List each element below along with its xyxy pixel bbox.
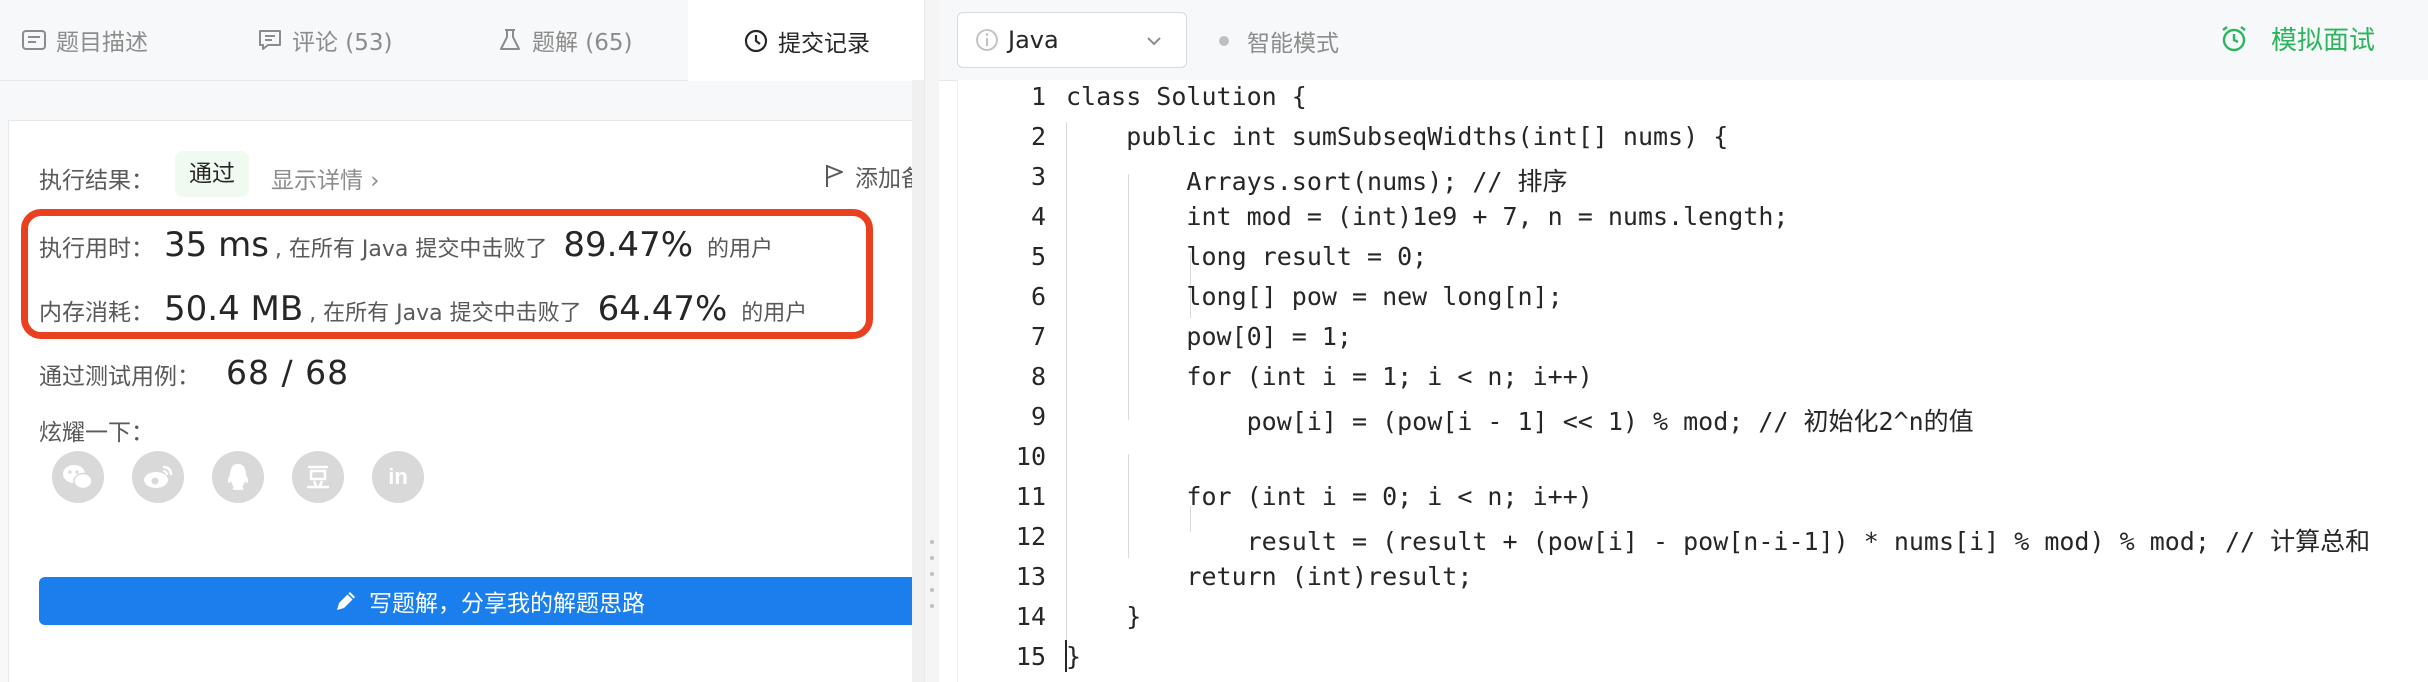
submission-result-card: 执行结果： 通过 显示详情 › 添加备 执行用时： 35 ms , 在所有 Ja… <box>8 120 924 682</box>
linkedin-icon[interactable]: in <box>372 451 424 503</box>
comment-icon <box>256 26 284 54</box>
tab-comments[interactable]: 评论 (53) <box>256 0 456 80</box>
line-number: 11 <box>1015 482 1046 511</box>
write-solution-button[interactable]: 写题解，分享我的解题思路 <box>39 577 924 625</box>
submission-panel: 题目描述 评论 (53) 题解 (65) 提交记录 执行结果： 通过 显示详情 … <box>0 0 924 682</box>
line-number: 9 <box>1030 402 1046 431</box>
wechat-icon[interactable] <box>52 451 104 503</box>
tab-solutions[interactable]: 题解 (65) <box>496 0 696 80</box>
test-cases-row: 通过测试用例： 68 / 68 <box>39 353 349 392</box>
result-label: 执行结果： <box>39 168 154 194</box>
tab-submissions-label: 提交记录 <box>778 30 870 57</box>
panel-splitter[interactable] <box>924 0 940 682</box>
line-number: 8 <box>1030 362 1046 391</box>
code-line: long[] pow = new long[n]; <box>1066 282 1563 311</box>
splitter-grip-dot <box>930 604 934 608</box>
smart-mode-label: 智能模式 <box>1247 31 1339 57</box>
code-line: long result = 0; <box>1066 242 1428 271</box>
description-icon <box>20 26 48 54</box>
status-badge: 通过 <box>175 151 249 197</box>
smart-mode-toggle[interactable]: 智能模式 <box>1219 24 1339 58</box>
qq-icon[interactable] <box>212 451 264 503</box>
tab-comments-label: 评论 (53) <box>292 30 393 56</box>
code-line: public int sumSubseqWidths(int[] nums) { <box>1066 122 1729 151</box>
mock-interview-label: 模拟面试 <box>2271 26 2376 56</box>
splitter-grip-dot <box>930 540 934 544</box>
line-number: 6 <box>1030 282 1046 311</box>
runtime-text: , 在所有 Java 提交中击败了 <box>274 237 548 262</box>
alarm-clock-icon <box>2219 24 2249 54</box>
share-label: 炫耀一下： <box>39 420 154 446</box>
code-line: } <box>1066 602 1142 631</box>
code-line: result = (result + (pow[i] - pow[n-i-1])… <box>1066 527 2371 556</box>
memory-percent: 64.47% <box>597 289 728 329</box>
memory-text: , 在所有 Java 提交中击败了 <box>309 301 582 326</box>
write-solution-label: 写题解，分享我的解题思路 <box>369 591 645 617</box>
memory-value: 50.4 MB <box>164 289 304 329</box>
mock-interview-button[interactable]: 模拟面试 <box>2219 20 2375 57</box>
line-number: 15 <box>1015 642 1046 671</box>
line-number: 2 <box>1030 122 1046 151</box>
splitter-grip-dot <box>930 572 934 576</box>
tab-description-label: 题目描述 <box>56 30 148 56</box>
code-line: int mod = (int)1e9 + 7, n = nums.length; <box>1066 202 1789 231</box>
tab-bar: 题目描述 评论 (53) 题解 (65) 提交记录 <box>0 0 924 81</box>
left-panel-scrollbar[interactable] <box>912 80 924 682</box>
line-number: 13 <box>1015 562 1046 591</box>
code-line: for (int i = 0; i < n; i++) <box>1066 482 1593 511</box>
info-icon <box>974 27 1000 53</box>
line-number: 14 <box>1015 602 1046 631</box>
clock-icon <box>742 27 770 55</box>
tab-submissions[interactable]: 提交记录 <box>688 0 924 81</box>
test-cases-label: 通过测试用例： <box>39 364 200 390</box>
code-line: } <box>1066 642 1082 671</box>
line-number: 1 <box>1030 82 1046 111</box>
line-number: 3 <box>1030 162 1046 191</box>
status-dot-icon <box>1219 36 1229 46</box>
text-cursor <box>1065 640 1067 672</box>
flag-icon <box>823 163 847 189</box>
chevron-down-icon <box>1144 29 1164 57</box>
line-number: 12 <box>1015 522 1046 551</box>
tab-description[interactable]: 题目描述 <box>20 0 220 80</box>
runtime-percent: 89.47% <box>563 225 694 265</box>
weibo-icon[interactable] <box>132 451 184 503</box>
splitter-grip-dot <box>930 556 934 560</box>
language-select-value: Java <box>1008 26 1059 54</box>
runtime-stat: 执行用时： 35 ms , 在所有 Java 提交中击败了 89.47% 的用户 <box>39 225 773 265</box>
memory-label: 内存消耗： <box>39 300 154 326</box>
pencil-icon <box>333 588 359 614</box>
code-line: pow[0] = 1; <box>1066 322 1352 351</box>
add-note-button[interactable]: 添加备 <box>823 159 924 193</box>
code-line: for (int i = 1; i < n; i++) <box>1066 362 1593 391</box>
language-select[interactable]: Java <box>957 12 1187 68</box>
memory-suffix: 的用户 <box>741 301 808 326</box>
code-editor[interactable]: 1 2 3 4 5 6 7 8 9 10 11 12 13 14 15 clas… <box>957 80 2428 682</box>
line-number: 7 <box>1030 322 1046 351</box>
flask-icon <box>496 26 524 54</box>
line-number: 5 <box>1030 242 1046 271</box>
line-number: 4 <box>1030 202 1046 231</box>
show-details-link[interactable]: 显示详情 › <box>271 161 380 195</box>
editor-panel: Java 智能模式 模拟面试 1 2 3 4 5 6 7 8 9 10 11 1… <box>939 0 2428 682</box>
tab-solutions-label: 题解 (65) <box>532 30 633 56</box>
code-line: pow[i] = (pow[i - 1] << 1) % mod; // 初始化… <box>1066 407 1974 436</box>
line-number: 10 <box>1015 442 1046 471</box>
runtime-suffix: 的用户 <box>707 237 774 262</box>
runtime-value: 35 ms <box>164 225 269 265</box>
splitter-grip-dot <box>930 588 934 592</box>
test-cases-value: 68 / 68 <box>226 353 350 392</box>
code-line: Arrays.sort(nums); // 排序 <box>1066 167 1568 196</box>
editor-toolbar: Java 智能模式 模拟面试 <box>939 0 2428 81</box>
douban-icon[interactable] <box>292 451 344 503</box>
runtime-label: 执行用时： <box>39 236 154 262</box>
code-line: return (int)result; <box>1066 562 1473 591</box>
code-line: class Solution { <box>1066 82 1307 111</box>
memory-stat: 内存消耗： 50.4 MB , 在所有 Java 提交中击败了 64.47% 的… <box>39 289 807 329</box>
